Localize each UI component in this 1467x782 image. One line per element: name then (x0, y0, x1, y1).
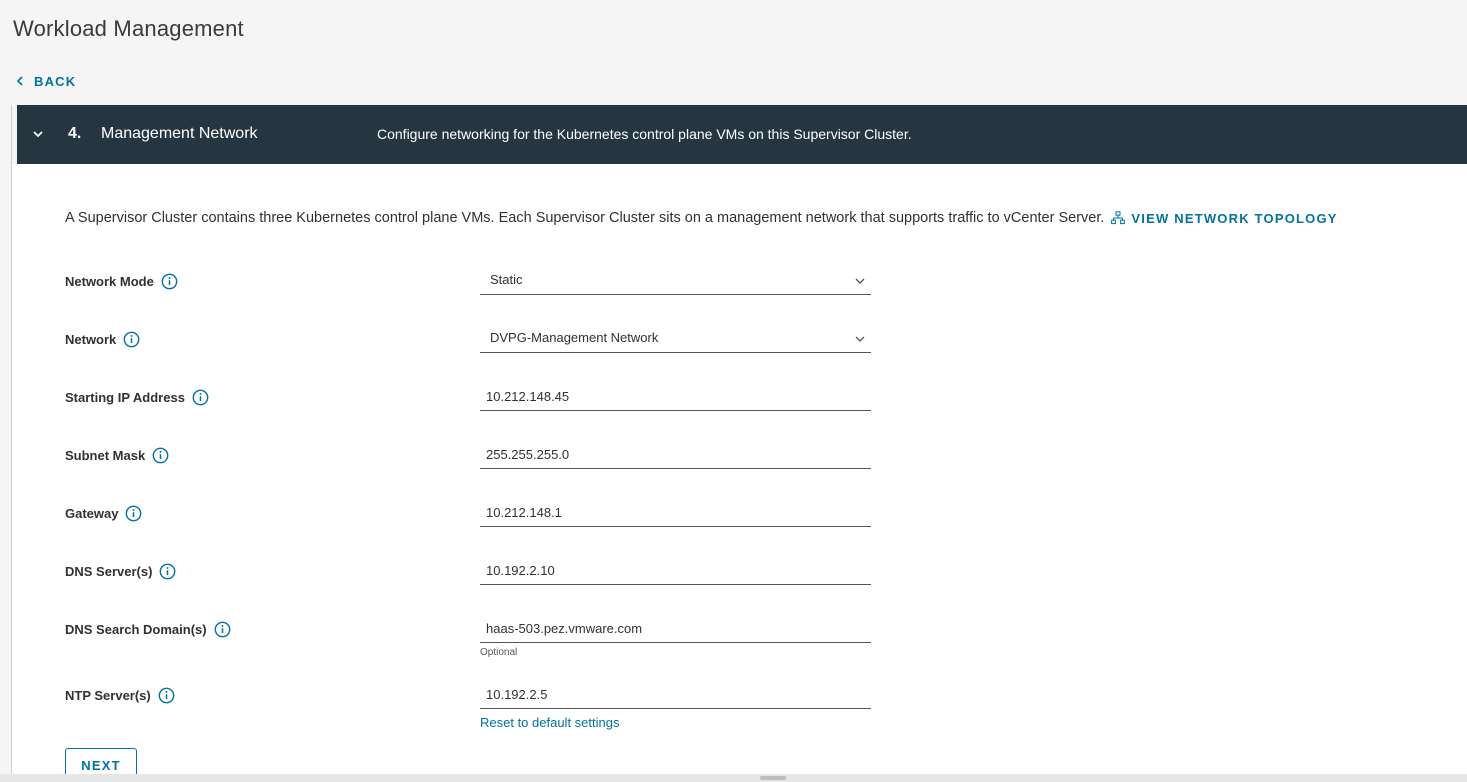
info-icon[interactable] (159, 563, 176, 580)
subnet-mask-row: Subnet Mask (65, 441, 885, 471)
dns-servers-row: DNS Server(s) (65, 557, 885, 587)
intro-text: A Supervisor Cluster contains three Kube… (65, 210, 1105, 226)
network-topology-icon (1111, 211, 1126, 225)
network-mode-label: Network Mode (65, 274, 154, 289)
info-icon[interactable] (152, 447, 169, 464)
dns-search-row: DNS Search Domain(s) Optional (65, 615, 885, 658)
chevron-down-icon (855, 336, 865, 342)
ntp-servers-row: NTP Server(s) Reset to default settings (65, 681, 885, 731)
page-title: Workload Management (13, 16, 244, 41)
subnet-mask-input[interactable] (480, 441, 866, 467)
ntp-servers-label: NTP Server(s) (65, 688, 151, 703)
dns-search-helper: Optional (480, 647, 518, 658)
chevron-left-icon (16, 76, 23, 86)
view-network-topology-label: VIEW NETWORK TOPOLOGY (1131, 210, 1338, 226)
horizontal-scrollbar[interactable] (0, 774, 1467, 782)
info-icon[interactable] (125, 505, 142, 522)
dns-servers-label: DNS Server(s) (65, 564, 153, 579)
chevron-down-icon (855, 278, 865, 284)
dns-search-label: DNS Search Domain(s) (65, 622, 207, 637)
gateway-input[interactable] (480, 499, 866, 525)
back-label: BACK (34, 73, 77, 89)
gateway-label: Gateway (65, 506, 119, 521)
subnet-mask-label: Subnet Mask (65, 448, 146, 463)
dns-servers-input[interactable] (480, 557, 866, 583)
chevron-down-icon[interactable] (31, 127, 45, 141)
network-mode-row: Network Mode Static (65, 267, 885, 297)
reset-default-link[interactable]: Reset to default settings (480, 715, 619, 730)
info-icon[interactable] (123, 331, 140, 348)
view-network-topology-link[interactable]: VIEW NETWORK TOPOLOGY (1111, 211, 1337, 226)
step-header[interactable]: 4. Management Network Configure networki… (17, 105, 1467, 164)
intro: A Supervisor Cluster contains three Kube… (65, 210, 1338, 226)
network-select[interactable]: DVPG-Management Network (480, 325, 871, 353)
network-mode-select[interactable]: Static (480, 267, 871, 295)
step-content: A Supervisor Cluster contains three Kube… (12, 164, 1467, 782)
ntp-servers-input[interactable] (480, 681, 866, 707)
network-mode-value: Static (490, 272, 523, 287)
step-description: Configure networking for the Kubernetes … (377, 126, 912, 142)
starting-ip-input[interactable] (480, 383, 866, 409)
network-row: Network DVPG-Management Network (65, 325, 885, 355)
starting-ip-row: Starting IP Address (65, 383, 885, 413)
info-icon[interactable] (158, 687, 175, 704)
back-button[interactable]: BACK (15, 72, 76, 90)
dns-search-input[interactable] (480, 615, 866, 641)
gateway-row: Gateway (65, 499, 885, 529)
starting-ip-label: Starting IP Address (65, 390, 185, 405)
network-label: Network (65, 332, 117, 347)
step-title: Management Network (101, 125, 258, 142)
info-icon[interactable] (214, 621, 231, 638)
step-number: 4. (68, 125, 82, 142)
info-icon[interactable] (161, 273, 178, 290)
info-icon[interactable] (192, 389, 209, 406)
network-value: DVPG-Management Network (490, 330, 659, 345)
scrollbar-handle[interactable] (760, 776, 786, 780)
